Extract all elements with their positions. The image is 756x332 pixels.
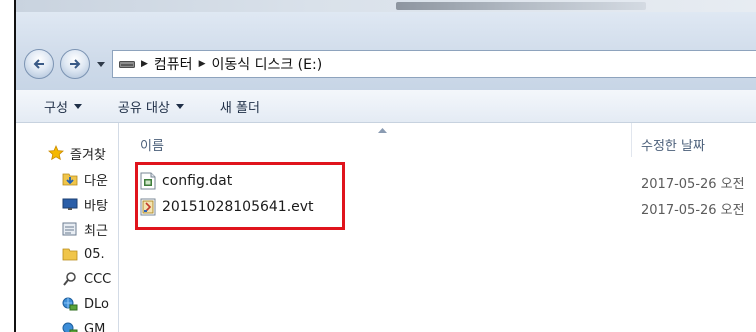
command-bar: 구성 공유 대상 새 폴더 — [16, 90, 756, 123]
title-bar — [16, 0, 756, 12]
recent-pages-button[interactable] — [94, 58, 108, 72]
desktop-icon — [62, 198, 78, 210]
nav-item-dlo[interactable]: DLo — [62, 294, 109, 314]
chevron-down-icon — [73, 103, 82, 109]
breadcrumb-removable-disk[interactable]: 이동식 디스크 (E:) — [211, 54, 322, 74]
file-row-config-dat[interactable]: config.dat — [140, 170, 232, 192]
breadcrumb-separator-icon[interactable]: ▶ — [199, 59, 206, 69]
file-row-evt[interactable]: 20151028105641.evt — [140, 196, 314, 218]
file-list: 이름 수정한 날짜 config.dat 2017-05-26 오전 20151… — [119, 123, 756, 332]
column-header-date-modified[interactable]: 수정한 날짜 — [641, 135, 705, 154]
nav-item-label: 최근 — [84, 223, 108, 239]
file-name: config.dat — [162, 173, 233, 189]
breadcrumb-separator-icon[interactable]: ▶ — [141, 59, 148, 69]
folder-icon — [62, 248, 78, 261]
nav-item-ccc[interactable]: CCC — [62, 269, 111, 289]
new-folder-button[interactable]: 새 폴더 — [220, 97, 260, 116]
file-date: 2017-05-26 오전 — [641, 177, 745, 192]
navigation-bar: ▶ 컴퓨터 ▶ 이동식 디스크 (E:) — [16, 12, 756, 91]
explorer-window: ▶ 컴퓨터 ▶ 이동식 디스크 (E:) 구성 공유 대상 새 폴더 즐겨찾 다… — [14, 0, 756, 332]
chevron-down-icon — [175, 103, 184, 109]
dat-file-icon — [140, 172, 156, 190]
search-icon — [63, 272, 76, 286]
file-name: 20151028105641.evt — [162, 199, 314, 215]
evt-file-icon — [140, 198, 156, 216]
drive-icon — [119, 61, 135, 68]
file-date: 2017-05-26 오전 — [641, 203, 745, 218]
recent-places-icon — [62, 222, 77, 236]
new-folder-label: 새 폴더 — [219, 100, 260, 116]
back-button[interactable] — [24, 49, 54, 79]
nav-item-label: 다운 — [84, 173, 108, 189]
column-header-name[interactable]: 이름 — [140, 135, 164, 154]
nav-item-label: CCC — [84, 271, 112, 287]
share-with-menu[interactable]: 공유 대상 — [118, 97, 184, 116]
nav-item-downloads[interactable]: 다운 — [62, 169, 108, 189]
address-bar[interactable]: ▶ 컴퓨터 ▶ 이동식 디스크 (E:) — [112, 50, 756, 78]
nav-item-desktop[interactable]: 바탕 — [62, 194, 108, 214]
network-folder-icon — [62, 322, 78, 332]
nav-item-recent[interactable]: 최근 — [62, 219, 108, 239]
column-header-row: 이름 수정한 날짜 — [119, 123, 756, 158]
favorites-item[interactable]: 즐겨찾 — [48, 143, 106, 163]
star-icon — [48, 145, 64, 161]
nav-item-label: 바탕 — [84, 198, 108, 214]
breadcrumb-computer[interactable]: 컴퓨터 — [154, 54, 193, 74]
favorites-label: 즐겨찾 — [70, 147, 106, 163]
organize-menu[interactable]: 구성 — [44, 97, 82, 116]
arrow-right-icon — [70, 59, 81, 69]
network-folder-icon — [62, 297, 78, 311]
column-divider[interactable] — [631, 123, 632, 157]
share-with-label: 공유 대상 — [117, 100, 170, 116]
navigation-pane: 즐겨찾 다운 바탕 최근 05. CCC DLo GM — [16, 123, 119, 332]
organize-label: 구성 — [44, 100, 68, 116]
nav-item-label: DLo — [84, 296, 109, 312]
nav-item-folder-05[interactable]: 05. — [62, 244, 105, 264]
downloads-icon — [62, 173, 78, 186]
arrow-left-icon — [33, 59, 44, 69]
nav-item-label: GM — [84, 321, 106, 332]
sort-ascending-icon — [378, 128, 387, 133]
forward-button[interactable] — [60, 49, 90, 79]
chevron-down-icon — [97, 62, 105, 67]
nav-item-label: 05. — [84, 246, 105, 262]
nav-item-gm[interactable]: GM — [62, 319, 105, 332]
